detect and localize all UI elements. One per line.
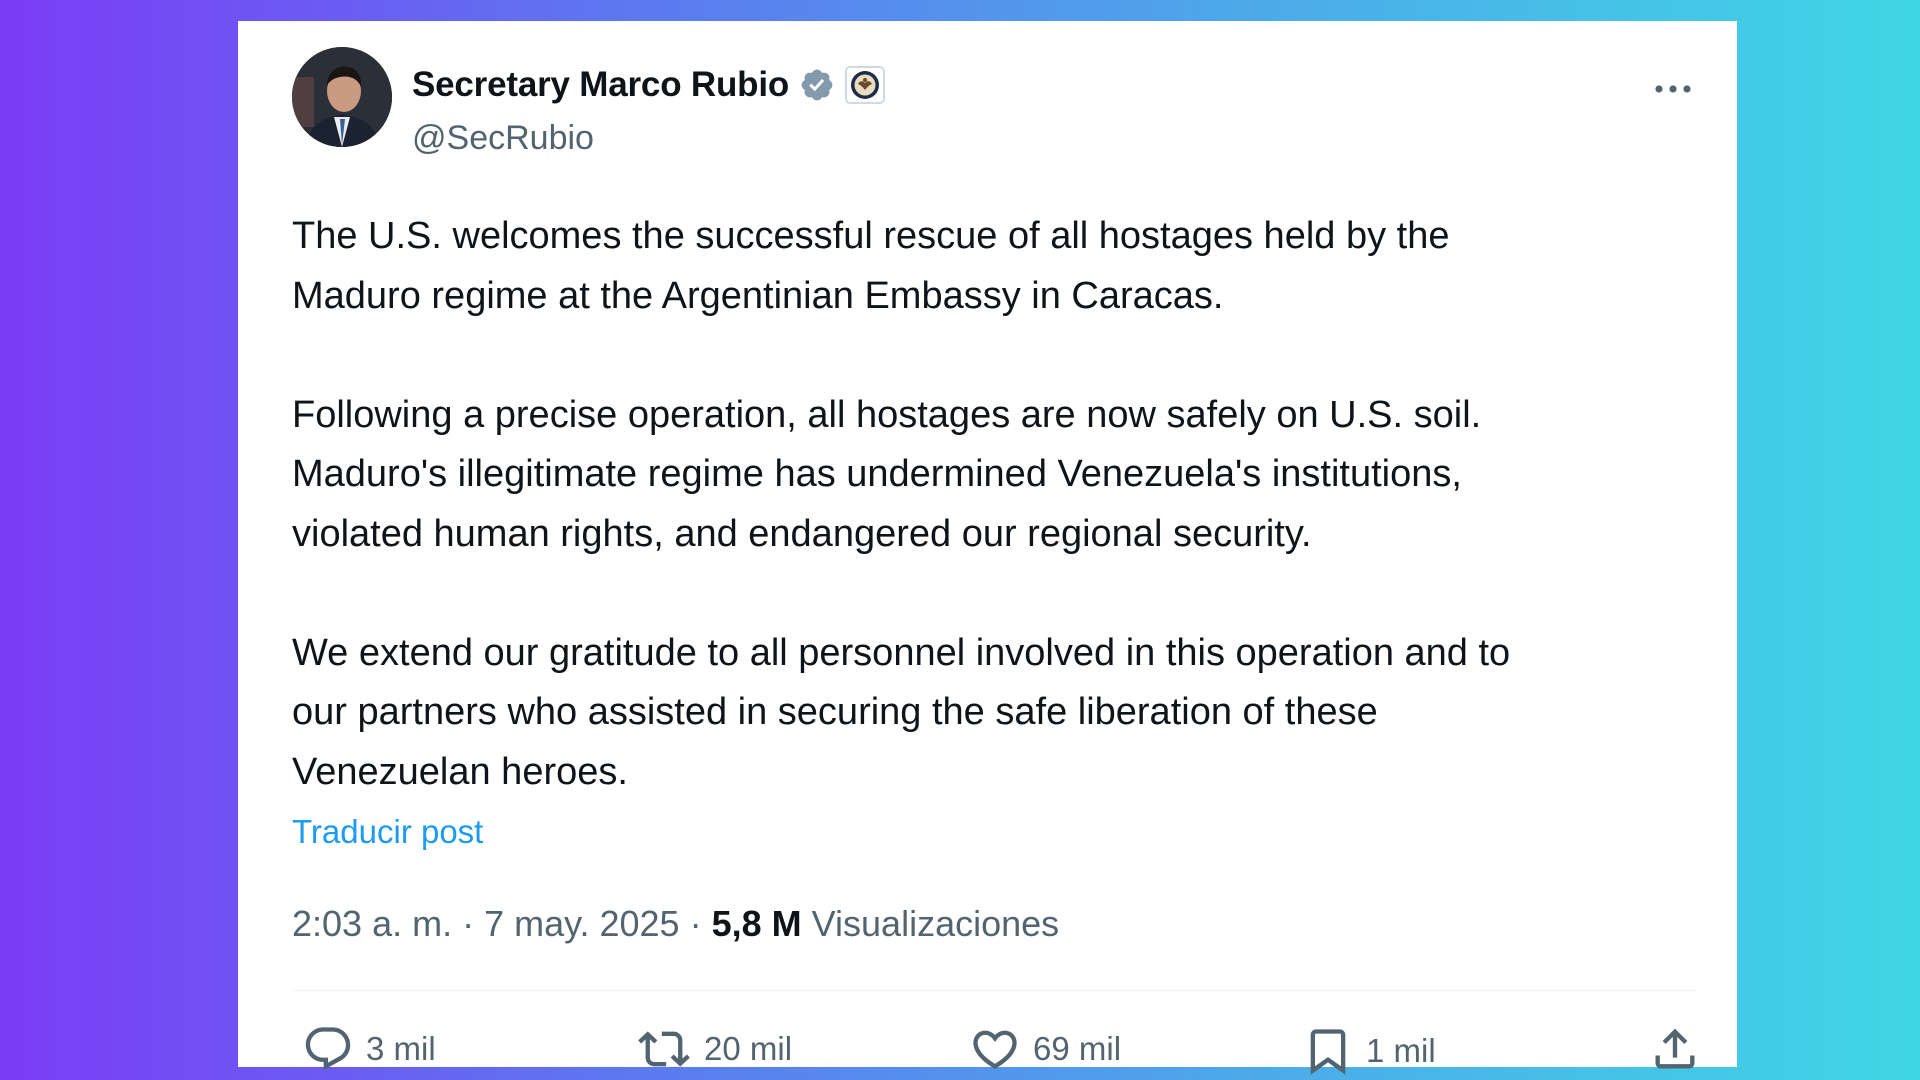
bookmark-button[interactable]: 1 mil bbox=[1302, 1023, 1436, 1079]
avatar-portrait-icon bbox=[292, 47, 392, 147]
repost-count: 20 mil bbox=[704, 1030, 793, 1067]
bookmark-icon bbox=[1310, 1029, 1346, 1075]
author-avatar[interactable] bbox=[292, 47, 392, 147]
like-button[interactable]: 69 mil bbox=[969, 1023, 1121, 1075]
post-paragraph: We extend our gratitude to all personnel… bbox=[292, 631, 1511, 793]
author-display-name[interactable]: Secretary Marco Rubio bbox=[412, 65, 789, 105]
post-paragraph: Following a precise operation, all hosta… bbox=[292, 393, 1482, 555]
author-name-row: Secretary Marco Rubio bbox=[412, 65, 886, 105]
post-date[interactable]: 7 may. 2025 bbox=[484, 903, 679, 944]
views-count: 5,8 M bbox=[711, 903, 802, 944]
post-time[interactable]: 2:03 a. m. bbox=[292, 903, 452, 944]
post-paragraph: The U.S. welcomes the successful rescue … bbox=[292, 215, 1450, 317]
share-button[interactable] bbox=[1649, 1023, 1701, 1075]
repost-icon bbox=[638, 1031, 690, 1067]
more-horizontal-icon[interactable] bbox=[1649, 69, 1697, 109]
translate-post-link[interactable]: Traducir post bbox=[292, 813, 483, 851]
verified-badge-icon[interactable] bbox=[799, 67, 835, 103]
post-card: Secretary Marco Rubio @SecRubio The U.S.… bbox=[238, 21, 1737, 1075]
post-meta: 2:03 a. m. · 7 may. 2025 · 5,8 M Visuali… bbox=[292, 903, 1059, 945]
divider bbox=[292, 990, 1697, 991]
post-header: Secretary Marco Rubio @SecRubio bbox=[292, 47, 1697, 157]
state-department-seal-icon[interactable] bbox=[845, 66, 886, 104]
reply-button[interactable]: 3 mil bbox=[302, 1023, 436, 1075]
meta-separator: · bbox=[689, 903, 702, 944]
bookmark-count: 1 mil bbox=[1366, 1032, 1436, 1069]
repost-button[interactable]: 20 mil bbox=[636, 1023, 792, 1075]
reply-icon bbox=[305, 1027, 351, 1071]
reply-count: 3 mil bbox=[366, 1030, 436, 1067]
views-label: Visualizaciones bbox=[811, 903, 1060, 944]
share-icon bbox=[1655, 1028, 1695, 1069]
like-count: 69 mil bbox=[1033, 1030, 1122, 1067]
post-body: The U.S. welcomes the successful rescue … bbox=[292, 207, 1712, 802]
author-handle[interactable]: @SecRubio bbox=[412, 119, 594, 158]
heart-icon bbox=[973, 1030, 1017, 1069]
meta-separator: · bbox=[462, 903, 475, 944]
post-actions-bar: 3 mil 20 mil 69 mil 1 mil bbox=[302, 1023, 1701, 1079]
